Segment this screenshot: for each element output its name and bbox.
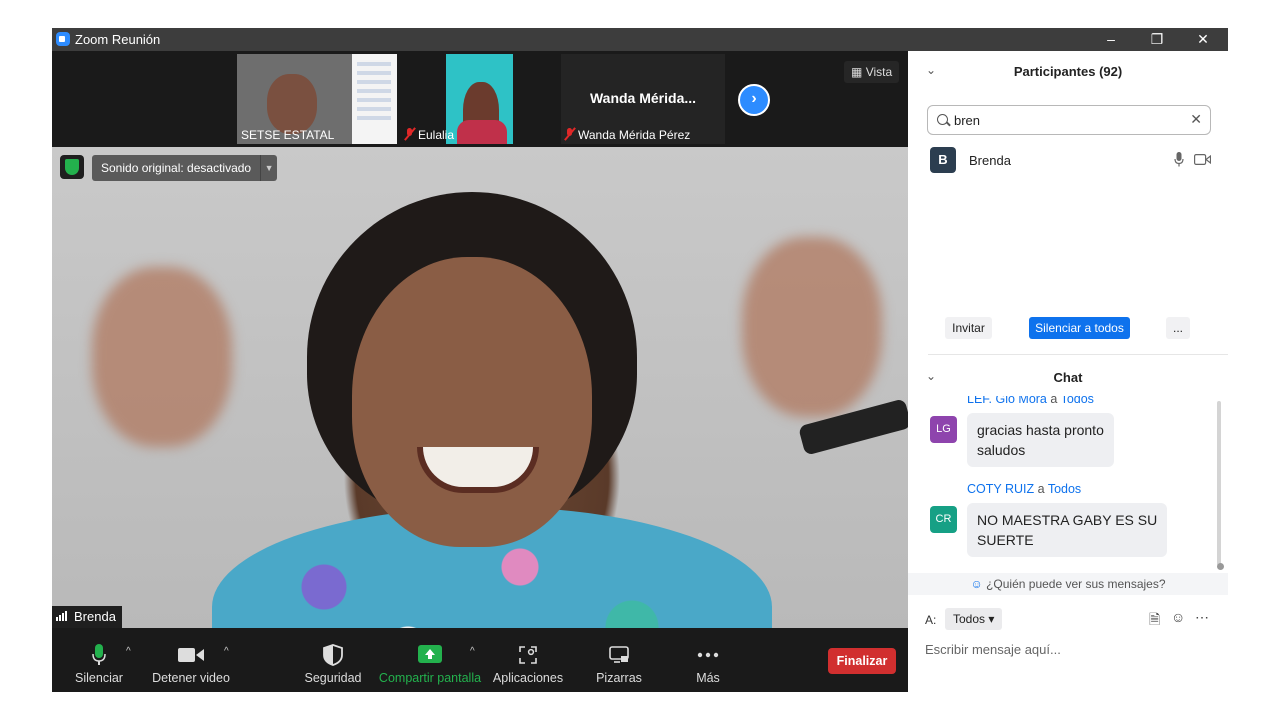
participants-more-button[interactable]: ... [1166,317,1190,339]
face [352,257,592,547]
apps-button[interactable]: Aplicaciones [492,628,564,692]
message-header: LEF. Glo Mora a Todos [967,396,1094,406]
participant-search[interactable]: ✕ [927,105,1211,135]
video-options-chevron-icon[interactable]: ^ [224,646,229,657]
participant-row[interactable]: B Brenda [930,147,1220,173]
thumbnail-wanda[interactable]: Wanda Mérida... Wanda Mérida Pérez [561,54,725,144]
thumbnail-name: Wanda Mérida Pérez [565,128,690,142]
invite-button[interactable]: Invitar [945,317,992,339]
avatar: B [930,147,956,173]
speaker-name-tag: Brenda [52,606,122,628]
clear-search-icon[interactable]: ✕ [1190,111,1202,128]
recipient-label: A: [925,613,937,627]
thumbnail-name: Eulalia [405,128,454,142]
hand-left [92,267,232,447]
participant-name: Brenda [969,153,1011,168]
whiteboard-icon [609,646,629,663]
chat-header: ⌄ Chat [908,357,1228,397]
more-dots-icon [697,652,719,658]
file-icon[interactable]: 🗎 [1149,609,1160,633]
zoom-window: Zoom Reunión – ❐ ✕ SETSE ESTATAL Eulalia… [52,28,1228,692]
search-input[interactable] [954,111,1184,129]
security-shield-icon[interactable] [60,155,84,179]
title-bar: Zoom Reunión – ❐ ✕ [52,28,1228,51]
thumbnail-strip: SETSE ESTATAL Eulalia Wanda Mérida... Wa… [52,51,908,147]
who-can-see-link[interactable]: ☺ ¿Quién puede ver sus mensajes? [908,573,1228,595]
user-eye-icon: ☺ [970,577,983,591]
message-input[interactable] [925,639,1215,659]
message-bubble[interactable]: NO MAESTRA GABY ES SU SUERTE [967,503,1168,557]
participants-title: Participantes (92) [1013,64,1123,79]
signal-strength-icon [56,611,69,621]
zoom-logo-icon [56,32,70,46]
thumbnail-setse[interactable]: SETSE ESTATAL [237,54,397,144]
meeting-toolbar: Silenciar ^ Detener video ^ Seguridad Co… [52,628,908,692]
mute-all-button[interactable]: Silenciar a todos [1029,317,1130,339]
divider [928,354,1228,355]
hand-right [742,237,882,417]
search-icon [937,114,948,125]
chat-scrollbar[interactable] [1217,401,1221,566]
chevron-right-icon: › [751,90,757,107]
video-camera-icon [178,648,204,662]
thumbnail-name: SETSE ESTATAL [241,128,335,142]
minimize-button[interactable]: – [1088,28,1134,51]
close-button[interactable]: ✕ [1180,28,1226,51]
mic-off-icon [405,128,414,140]
shield-icon [323,644,343,666]
chat-messages: LEF. Glo Mora a Todos LG gracias hasta p… [908,396,1228,576]
grid-icon: ▦ [851,65,863,79]
audio-options-chevron-icon[interactable]: ^ [126,646,131,657]
more-options-icon[interactable]: ⋯ [1195,609,1209,626]
microphone-icon [92,644,106,665]
avatar: LG [930,416,957,443]
thumbnail-eulalia[interactable]: Eulalia [401,54,513,144]
recipient-select[interactable]: Todos ▾ [945,608,1003,630]
avatar: CR [930,506,957,533]
share-screen-button[interactable]: Compartir pantalla [378,628,482,692]
security-button[interactable]: Seguridad [302,628,364,692]
end-meeting-button[interactable]: Finalizar [828,648,896,674]
message-header: COTY RUIZ a Todos [967,482,1082,496]
chat-title: Chat [1053,370,1083,385]
share-arrow-icon [418,645,442,663]
active-speaker-video: Sonido original: desactivado ▼ [52,147,908,628]
view-button[interactable]: ▦ Vista [844,61,900,83]
emoji-icon[interactable]: ☺ [1171,609,1185,625]
whiteboards-button[interactable]: Pizarras [588,628,650,692]
participants-header: ⌄ Participantes (92) [908,51,1228,91]
share-options-chevron-icon[interactable]: ^ [470,646,475,657]
original-sound-toggle[interactable]: Sonido original: desactivado ▼ [92,155,278,181]
restore-button[interactable]: ❐ [1134,28,1180,51]
video-camera-icon[interactable] [1194,154,1211,165]
thumbnail-display-name: Wanda Mérida... [589,90,697,106]
apps-icon [519,646,537,664]
side-panel: ⌄ Participantes (92) ✕ B Brenda Invitar … [908,51,1228,692]
more-button[interactable]: Más [678,628,738,692]
microphone-icon[interactable] [1174,152,1184,167]
scrollbar-thumb[interactable] [1217,563,1224,570]
chevron-down-icon[interactable]: ▼ [260,155,277,181]
video-area: SETSE ESTATAL Eulalia Wanda Mérida... Wa… [52,51,908,692]
mic-off-icon [565,128,574,140]
stop-video-button[interactable]: Detener video [152,628,230,692]
mute-button[interactable]: Silenciar [70,628,128,692]
chevron-down-icon: ▾ [988,612,995,626]
next-page-button[interactable]: › [738,84,770,116]
window-title: Zoom Reunión [75,32,161,47]
message-bubble[interactable]: gracias hasta pronto saludos [967,413,1114,467]
